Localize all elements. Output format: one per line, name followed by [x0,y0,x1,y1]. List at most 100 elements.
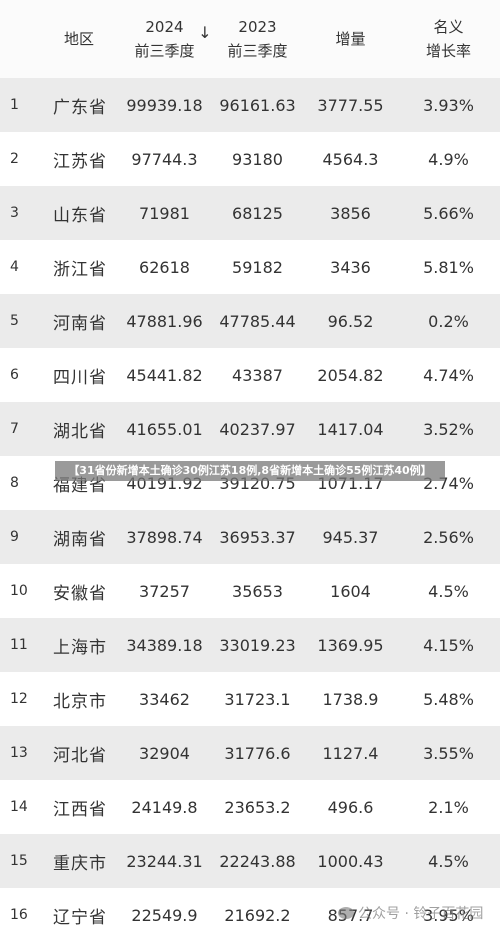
growth-cell: 2.1% [428,797,469,817]
gdp-2024-cell: 99939.18 [126,95,203,115]
gdp-2024-cell: 23244.31 [126,851,203,871]
region-cell: 重庆市 [53,853,107,874]
gdp-2024-cell: 37898.74 [126,527,203,547]
table-row[interactable]: 3 山东省 71981 68125 3856 5.66% [0,186,500,240]
gdp-2023-cell: 23653.2 [224,797,291,817]
header-2023-year: 2023 [238,18,277,36]
gdp-2023-cell: 21692.2 [224,905,291,925]
region-cell: 河南省 [53,313,107,334]
table-row[interactable]: 1 广东省 99939.18 96161.63 3777.55 3.93% [0,78,500,132]
table-row[interactable]: 5 河南省 47881.96 47785.44 96.52 0.2% [0,294,500,348]
gdp-2023-cell: 40237.97 [219,419,296,439]
increase-cell: 96.52 [327,311,374,331]
gdp-2023-cell: 31723.1 [224,689,291,709]
rank-cell: 5 [10,313,19,329]
gdp-2023-cell: 68125 [232,203,283,223]
header-2023-period: 前三季度 [227,42,288,60]
increase-cell: 3436 [330,257,371,277]
gdp-2023-cell: 31776.6 [224,743,291,763]
gdp-2023-cell: 43387 [232,365,283,385]
region-cell: 江西省 [53,799,107,820]
table-body: 1 广东省 99939.18 96161.63 3777.55 3.93% 2 江苏省 9774… [0,78,500,942]
increase-cell: 3777.55 [317,95,384,115]
growth-cell: 3.52% [423,419,474,439]
rank-cell: 9 [10,529,19,545]
increase-cell: 1738.9 [322,689,379,709]
gdp-2023-cell: 59182 [232,257,283,277]
gdp-2024-cell: 33462 [139,689,190,709]
table-row[interactable]: 2 江苏省 97744.3 93180 4564.3 4.9% [0,132,500,186]
rank-cell: 16 [10,907,28,923]
rank-cell: 3 [10,205,19,221]
increase-cell: 3856 [330,203,371,223]
header-2023[interactable]: 2023 前三季度 [211,15,304,63]
gdp-2024-cell: 34389.18 [126,635,203,655]
growth-cell: 3.93% [423,95,474,115]
increase-cell: 945.37 [322,527,379,547]
region-cell: 四川省 [53,367,107,388]
header-increase[interactable]: 增量 [304,27,397,51]
table-row[interactable]: 7 湖北省 41655.01 40237.97 1417.04 3.52% [0,402,500,456]
gdp-2023-cell: 22243.88 [219,851,296,871]
increase-cell: 1369.95 [317,635,384,655]
table-row[interactable]: 6 四川省 45441.82 43387 2054.82 4.74% [0,348,500,402]
news-banner[interactable]: 【31省份新增本土确诊30例江苏18例,8省新增本土确诊55例江苏40例】 [55,461,445,481]
gdp-2023-cell: 96161.63 [219,95,296,115]
growth-cell: 4.15% [423,635,474,655]
region-cell: 湖南省 [53,529,107,550]
rank-cell: 1 [10,97,19,113]
growth-cell: 4.5% [428,581,469,601]
region-cell: 安徽省 [53,583,107,604]
table-row[interactable]: 10 安徽省 37257 35653 1604 4.5% [0,564,500,618]
table-row[interactable]: 14 江西省 24149.8 23653.2 496.6 2.1% [0,780,500,834]
watermark: 公众号 · 铃子百花园 [338,903,483,923]
growth-cell: 4.74% [423,365,474,385]
growth-cell: 2.56% [423,527,474,547]
header-2024-year: 2024 [145,18,184,36]
table-row[interactable]: 9 湖南省 37898.74 36953.37 945.37 2.56% [0,510,500,564]
header-growth-line1: 名义 [433,18,464,36]
growth-cell: 4.5% [428,851,469,871]
rank-cell: 12 [10,691,28,707]
region-cell: 北京市 [53,691,107,712]
header-2024[interactable]: 2024 前三季度 ↓ [118,15,211,63]
region-cell: 浙江省 [53,259,107,280]
growth-cell: 5.48% [423,689,474,709]
gdp-2024-cell: 47881.96 [126,311,203,331]
header-growth[interactable]: 名义 增长率 [397,15,500,63]
region-cell: 湖北省 [53,421,107,442]
rank-cell: 8 [10,475,19,491]
gdp-2024-cell: 45441.82 [126,365,203,385]
region-cell: 山东省 [53,205,107,226]
table-row[interactable]: 11 上海市 34389.18 33019.23 1369.95 4.15% [0,618,500,672]
rank-cell: 15 [10,853,28,869]
increase-cell: 1127.4 [322,743,379,763]
increase-cell: 4564.3 [322,149,379,169]
region-cell: 广东省 [53,97,107,118]
table-row[interactable]: 4 浙江省 62618 59182 3436 5.81% [0,240,500,294]
rank-cell: 11 [10,637,28,653]
growth-cell: 0.2% [428,311,469,331]
increase-cell: 1604 [330,581,371,601]
gdp-2024-cell: 62618 [139,257,190,277]
gdp-2023-cell: 93180 [232,149,283,169]
table-row[interactable]: 12 北京市 33462 31723.1 1738.9 5.48% [0,672,500,726]
gdp-2024-cell: 41655.01 [126,419,203,439]
table-row[interactable]: 13 河北省 32904 31776.6 1127.4 3.55% [0,726,500,780]
rank-cell: 13 [10,745,28,761]
sort-descending-icon[interactable]: ↓ [198,21,211,45]
rank-cell: 7 [10,421,19,437]
rank-cell: 10 [10,583,28,599]
region-cell: 江苏省 [53,151,107,172]
gdp-2023-cell: 36953.37 [219,527,296,547]
growth-cell: 5.66% [423,203,474,223]
gdp-2023-cell: 47785.44 [219,311,296,331]
increase-cell: 496.6 [327,797,374,817]
wechat-icon [338,907,354,919]
rank-cell: 14 [10,799,28,815]
watermark-text: 公众号 · 铃子百花园 [358,906,484,922]
increase-cell: 1000.43 [317,851,384,871]
gdp-2024-cell: 22549.9 [131,905,198,925]
table-row[interactable]: 15 重庆市 23244.31 22243.88 1000.43 4.5% [0,834,500,888]
header-growth-line2: 增长率 [425,42,471,60]
